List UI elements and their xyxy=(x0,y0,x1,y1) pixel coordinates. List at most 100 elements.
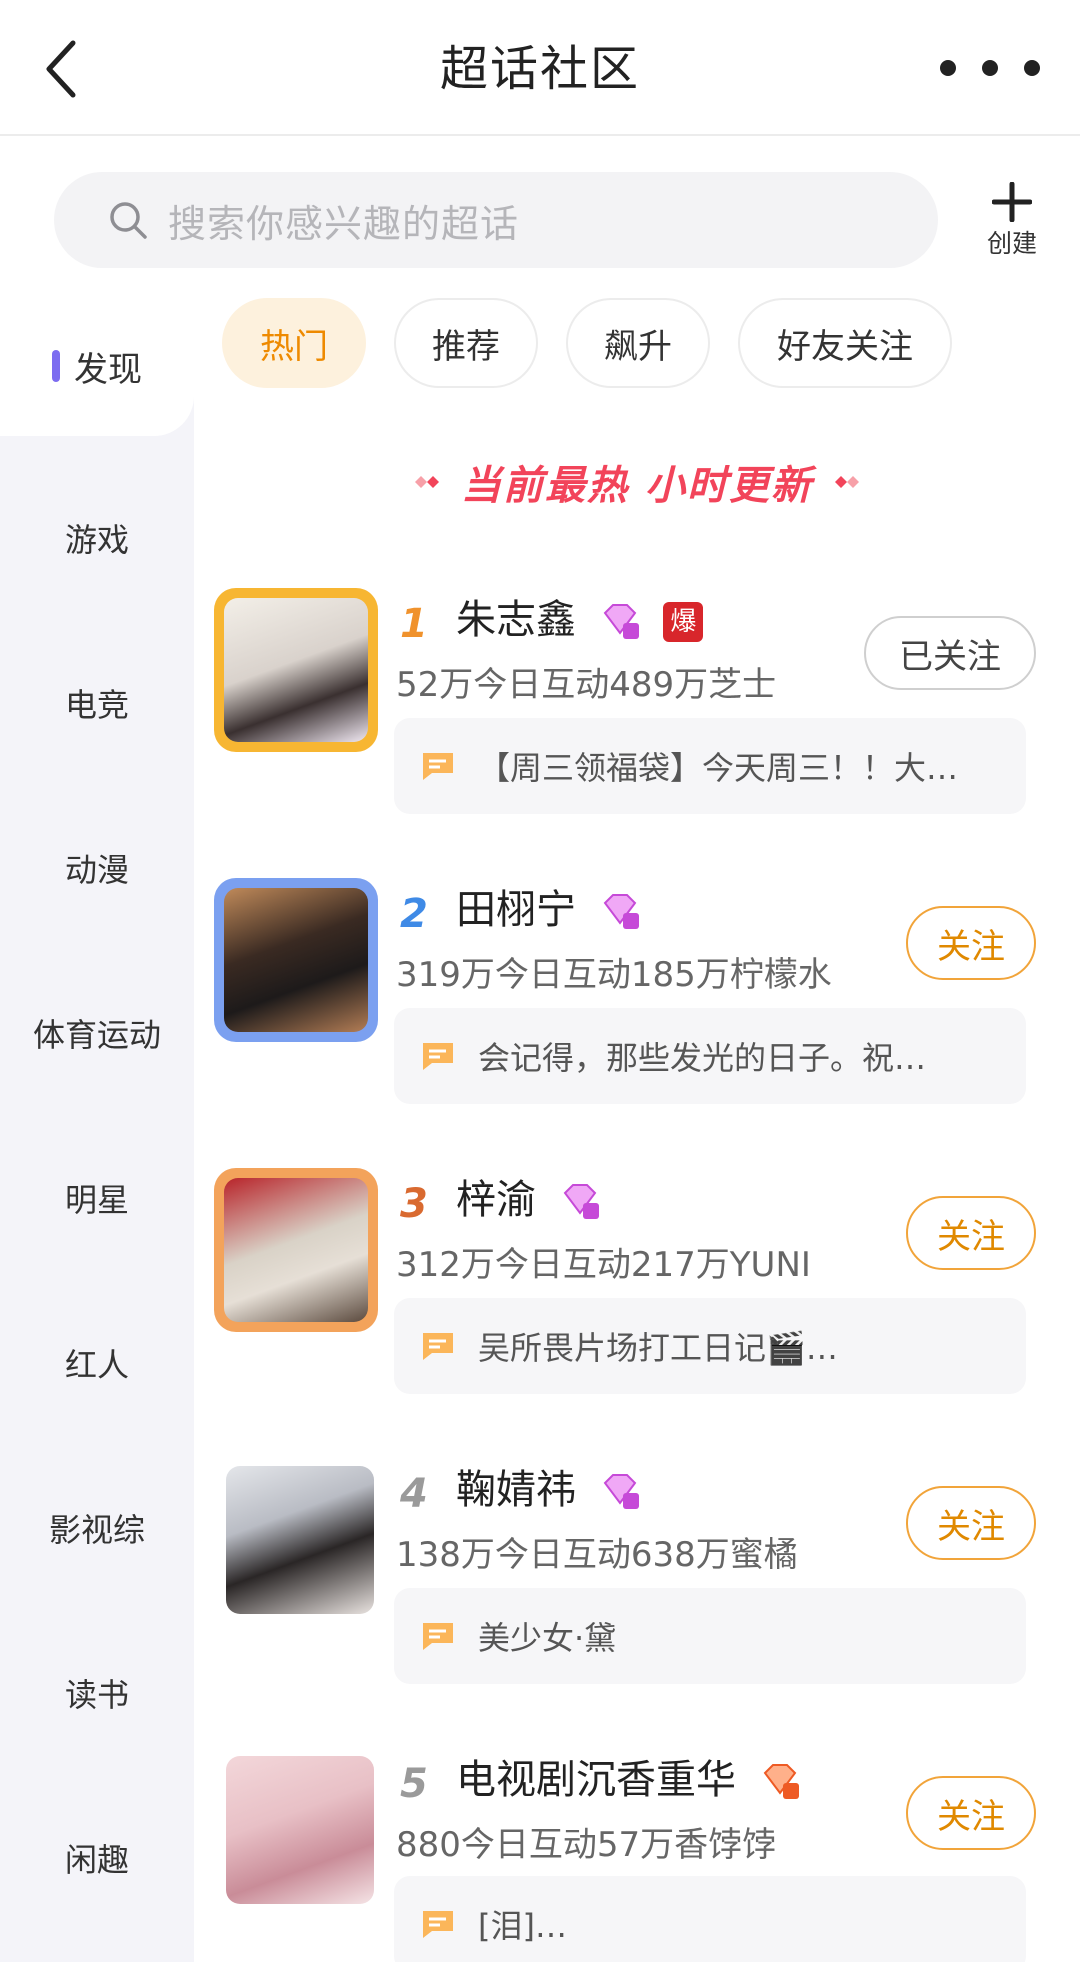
diamond-level-icon xyxy=(563,1184,599,1219)
sidebar-item-label: 闲趣 xyxy=(64,1841,129,1879)
diamond-level-icon xyxy=(603,604,639,639)
avatar[interactable] xyxy=(214,588,378,752)
topic-stats: 52万今日互动489万芝士 xyxy=(396,665,777,705)
avatar-image xyxy=(224,598,368,742)
topic-name-row: 田栩宁 xyxy=(456,880,641,940)
sidebar-item-label: 红人 xyxy=(64,1346,129,1384)
diamond-level-icon xyxy=(603,1474,639,1509)
avatar[interactable] xyxy=(214,1168,378,1332)
topic-stats: 312万今日互动217万YUNI xyxy=(396,1245,811,1285)
topic-name: 电视剧沉香重华 xyxy=(456,1757,736,1803)
follow-button[interactable]: 关注 xyxy=(906,1196,1036,1270)
avatar-image xyxy=(224,1178,368,1322)
search-placeholder: 搜索你感兴趣的超话 xyxy=(168,201,520,246)
latest-post[interactable]: 美少女·黛 xyxy=(394,1588,1026,1684)
rank-number: 1 xyxy=(400,601,428,647)
sidebar-item-esports[interactable]: 电竞 xyxy=(0,643,194,763)
topic-name: 梓渝 xyxy=(456,1177,536,1223)
sidebar-item-sports[interactable]: 体育运动 xyxy=(0,973,194,1093)
banner-text: 当前最热 小时更新 xyxy=(461,463,813,509)
rank-number: 3 xyxy=(400,1181,428,1227)
post-preview: [泪]… xyxy=(478,1907,567,1945)
post-preview: 会记得，那些发光的日子。祝… xyxy=(478,1039,927,1077)
search-icon xyxy=(110,202,147,239)
search-bar[interactable]: 搜索你感兴趣的超话 xyxy=(54,172,938,268)
ranking-item[interactable]: 3 梓渝 312万今日互动217万YUNI 关注 吴所畏片场打工日记🎬… xyxy=(194,1156,1080,1446)
sparkle-icon xyxy=(834,476,859,488)
sidebar-item-label: 明星 xyxy=(64,1181,129,1219)
ranking-item[interactable]: 5 电视剧沉香重华 880今日互动57万香饽饽 关注 [泪]… xyxy=(194,1736,1080,1962)
avatar[interactable] xyxy=(214,1458,378,1622)
rank-number: 4 xyxy=(400,1471,428,1517)
sidebar-item-influencers[interactable]: 红人 xyxy=(0,1303,194,1423)
topic-name: 田栩宁 xyxy=(456,887,576,933)
diamond-level-icon xyxy=(763,1764,799,1799)
topic-stats: 319万今日互动185万柠檬水 xyxy=(396,955,832,995)
avatar-image xyxy=(226,1756,374,1904)
post-preview: 吴所畏片场打工日记🎬… xyxy=(478,1329,838,1367)
category-sidebar: 发现 游戏 电竞 动漫 体育运动 明星 红人 影视综 读书 闲趣 xyxy=(0,296,194,1962)
plus-icon xyxy=(992,182,1032,222)
sidebar-item-anime[interactable]: 动漫 xyxy=(0,808,194,928)
topic-stats: 880今日互动57万香饽饽 xyxy=(396,1825,777,1865)
diamond-level-icon xyxy=(603,894,639,929)
create-button[interactable]: 创建 xyxy=(970,182,1054,266)
sidebar-item-label: 动漫 xyxy=(64,851,129,889)
hot-banner: 当前最热 小时更新 xyxy=(194,452,1080,512)
sidebar-item-film-tv[interactable]: 影视综 xyxy=(0,1468,194,1588)
latest-post[interactable]: 【周三领福袋】今天周三！！大… xyxy=(394,718,1026,814)
post-preview: 【周三领福袋】今天周三！！大… xyxy=(478,749,959,787)
avatar[interactable] xyxy=(214,1748,378,1912)
follow-button[interactable]: 关注 xyxy=(906,1486,1036,1560)
topic-name-row: 电视剧沉香重华 xyxy=(456,1750,801,1810)
comment-icon xyxy=(423,1911,453,1938)
sidebar-item-discover[interactable]: 发现 xyxy=(0,296,194,436)
sidebar-item-label: 影视综 xyxy=(48,1511,145,1549)
tab-hot[interactable]: 热门 xyxy=(222,298,366,388)
sparkle-icon xyxy=(415,476,440,488)
comment-icon xyxy=(423,1333,453,1360)
avatar-image xyxy=(226,1466,374,1614)
topic-stats: 138万今日互动638万蜜橘 xyxy=(396,1535,798,1575)
tab-recommend[interactable]: 推荐 xyxy=(394,298,538,388)
following-button[interactable]: 已关注 xyxy=(864,616,1036,690)
latest-post[interactable]: [泪]… xyxy=(394,1876,1026,1962)
latest-post[interactable]: 会记得，那些发光的日子。祝… xyxy=(394,1008,1026,1104)
tab-rising[interactable]: 飙升 xyxy=(566,298,710,388)
more-dot-icon xyxy=(940,60,956,76)
comment-icon xyxy=(423,1043,453,1070)
rank-number: 5 xyxy=(400,1761,428,1807)
sidebar-item-label: 读书 xyxy=(64,1676,129,1714)
avatar-image xyxy=(224,888,368,1032)
follow-button[interactable]: 关注 xyxy=(906,906,1036,980)
sidebar-item-label: 电竞 xyxy=(64,686,129,724)
sidebar-item-label: 体育运动 xyxy=(32,1016,161,1054)
page-title: 超话社区 xyxy=(439,41,640,97)
create-label: 创建 xyxy=(986,229,1037,258)
post-preview: 美少女·黛 xyxy=(478,1619,617,1657)
sidebar-item-reading[interactable]: 读书 xyxy=(0,1633,194,1753)
sidebar-item-games[interactable]: 游戏 xyxy=(0,478,194,598)
ranking-item[interactable]: 2 田栩宁 319万今日互动185万柠檬水 关注 会记得，那些发光的日子。祝… xyxy=(194,866,1080,1156)
latest-post[interactable]: 吴所畏片场打工日记🎬… xyxy=(394,1298,1026,1394)
sidebar-item-leisure[interactable]: 闲趣 xyxy=(0,1798,194,1918)
top-bar: 超话社区 xyxy=(0,0,1080,136)
hot-tag-badge: 爆 xyxy=(663,602,704,642)
avatar[interactable] xyxy=(214,878,378,1042)
ranking-item[interactable]: 4 鞠婧祎 138万今日互动638万蜜橘 关注 美少女·黛 xyxy=(194,1446,1080,1736)
more-button[interactable] xyxy=(940,50,1040,86)
active-indicator xyxy=(52,350,60,382)
topic-name-row: 鞠婧祎 xyxy=(456,1460,641,1520)
comment-icon xyxy=(423,753,453,780)
tab-friends-following[interactable]: 好友关注 xyxy=(738,298,952,388)
sidebar-item-label: 发现 xyxy=(74,349,142,390)
sidebar-item-label: 游戏 xyxy=(64,521,129,559)
follow-button[interactable]: 关注 xyxy=(906,1776,1036,1850)
topic-name: 朱志鑫 xyxy=(456,597,576,643)
more-dot-icon xyxy=(982,60,998,76)
topic-name: 鞠婧祎 xyxy=(456,1467,576,1513)
sidebar-item-stars[interactable]: 明星 xyxy=(0,1138,194,1258)
rank-number: 2 xyxy=(400,891,428,937)
ranking-item[interactable]: 1 朱志鑫 爆 52万今日互动489万芝士 已关注 【周三领福袋】今天周三！！大… xyxy=(194,576,1080,866)
more-dot-icon xyxy=(1024,60,1040,76)
